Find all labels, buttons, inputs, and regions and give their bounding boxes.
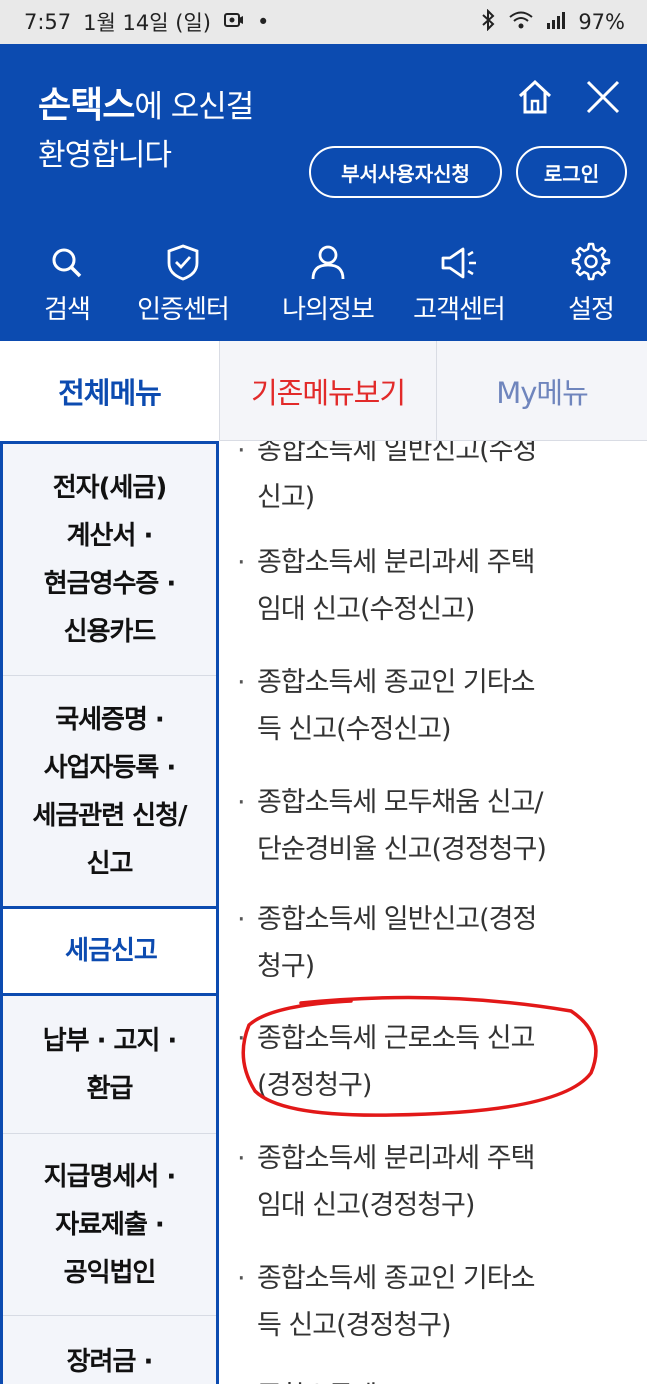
submenu-list: · 종합소득세 일반신고(수정 신고) · 종합소득세 분리과세 주택 임대 신… [219, 441, 647, 1384]
category-line: 전자(세금) [52, 472, 167, 503]
category-line: 국세증명 · [55, 704, 165, 735]
category-line: 현금영수증 · [43, 568, 177, 599]
home-icon[interactable] [512, 74, 558, 120]
user-icon [273, 239, 383, 281]
quick-cert-center[interactable]: 인증센터 [128, 239, 238, 326]
battery-level: 97% [578, 10, 625, 34]
submenu-item[interactable]: · 종합소득세 분리과세 주택 임대 신고(수정신고) [237, 539, 602, 633]
megaphone-icon [404, 239, 514, 281]
category-line: 신고 [86, 848, 134, 879]
submenu-item[interactable]: · 종합소득세 일반신고(수정 신고) [237, 441, 602, 521]
shield-check-icon [128, 239, 238, 281]
quick-label: 고객센터 [413, 295, 506, 325]
category-item[interactable]: 지급명세서 · 자료제출 · 공익법인 [3, 1134, 216, 1316]
category-item[interactable]: 장려금 · [3, 1316, 216, 1384]
dot-icon: • [256, 10, 270, 34]
category-item[interactable]: 국세증명 · 사업자등록 · 세금관련 신청/ 신고 [3, 676, 216, 908]
submenu-line: 종합소득세 종교인 기타소 [257, 1263, 535, 1294]
welcome-line-2: 환영합니다 [38, 138, 172, 173]
tab-legacy-menu[interactable]: 기존메뉴보기 [219, 341, 436, 441]
submenu-line: 종합소득세 종교인 기타소 [257, 667, 535, 698]
welcome-suffix: 에 오신걸 [134, 89, 254, 125]
status-bar: 7:57 1월 14일 (일) • 97% [0, 0, 647, 44]
category-line: 세금신고 [65, 936, 158, 966]
submenu-item[interactable]: · 종합소득세 분리과세 주택 임대 신고(경정청구) [237, 1135, 602, 1229]
brand-name: 손택스 [38, 85, 135, 126]
notification-icon [223, 10, 245, 35]
search-icon [12, 239, 122, 281]
submenu-item[interactable]: · 종합소득세 모두채움 신고/ 단순경비율 신고(경정청구) [237, 779, 602, 873]
submenu-line: 종합소득세 모두채움 신고/ [257, 787, 544, 818]
app-header: 손택스에 오신걸 환영합니다 부서사용자신청 로그인 검색 인증센터 나의정보 … [0, 44, 647, 341]
submenu-line: 임대 신고(경정청구) [257, 1190, 475, 1221]
category-line: 사업자등록 · [43, 752, 177, 783]
submenu-line: 득 신고(경정청구) [257, 1310, 452, 1341]
submenu-line: 종합소득세 ... [257, 1373, 602, 1384]
category-item[interactable]: 납부 · 고지 · 환급 [3, 996, 216, 1134]
quick-my-info[interactable]: 나의정보 [273, 239, 383, 326]
status-time: 7:57 [24, 10, 72, 34]
welcome-line-1: 손택스에 오신걸 [38, 76, 254, 128]
submenu-item-earned-income-correction[interactable]: · 종합소득세 근로소득 신고 (경정청구) [237, 1015, 602, 1109]
quick-settings[interactable]: 설정 [536, 239, 646, 326]
close-icon[interactable] [580, 74, 626, 120]
quick-search[interactable]: 검색 [12, 239, 122, 326]
tab-my-menu[interactable]: My메뉴 [436, 341, 647, 441]
submenu-line: 종합소득세 분리과세 주택 [257, 1143, 535, 1174]
submenu-line: 종합소득세 일반신고(수정 [257, 441, 537, 466]
quick-label: 설정 [568, 295, 615, 325]
gear-icon [536, 239, 646, 281]
submenu-item[interactable]: · 종합소득세 종교인 기타소 득 신고(경정청구) [237, 1255, 602, 1349]
submenu-line: (경정청구) [257, 1070, 372, 1101]
category-line: 자료제출 · [55, 1209, 165, 1240]
signal-icon [546, 10, 566, 35]
category-line: 공익법인 [63, 1257, 157, 1288]
login-button[interactable]: 로그인 [516, 146, 627, 198]
category-item-tax-filing[interactable]: 세금신고 [3, 906, 216, 996]
bluetooth-icon [480, 8, 496, 36]
category-line: 장려금 · [66, 1347, 154, 1377]
category-line: 지급명세서 · [43, 1161, 177, 1192]
category-line: 계산서 · [66, 520, 154, 551]
submenu-line: 신고) [257, 482, 315, 513]
submenu-line: 득 신고(수정신고) [257, 714, 452, 745]
status-date: 1월 14일 (일) [83, 11, 211, 35]
quick-customer-center[interactable]: 고객센터 [404, 239, 514, 326]
submenu-line: 청구) [257, 951, 315, 982]
submenu-item[interactable]: · 종합소득세 ... [237, 1373, 602, 1384]
quick-label: 검색 [44, 295, 91, 325]
submenu-line: 종합소득세 근로소득 신고 [257, 1023, 535, 1054]
category-line: 세금관련 신청/ [32, 800, 187, 831]
category-line: 환급 [86, 1073, 134, 1104]
category-item[interactable]: 전자(세금) 계산서 · 현금영수증 · 신용카드 [3, 444, 216, 676]
category-menu: 전자(세금) 계산서 · 현금영수증 · 신용카드 국세증명 · 사업자등록 ·… [0, 441, 219, 1384]
submenu-line: 종합소득세 분리과세 주택 [257, 547, 535, 578]
tab-all-menu[interactable]: 전체메뉴 [0, 341, 219, 441]
submenu-line: 임대 신고(수정신고) [257, 594, 475, 625]
category-line: 신용카드 [63, 616, 157, 647]
quick-label: 인증센터 [137, 295, 230, 325]
menu-tabs: 전체메뉴 기존메뉴보기 My메뉴 [0, 341, 647, 441]
submenu-line: 단순경비율 신고(경정청구) [257, 834, 547, 865]
submenu-item[interactable]: · 종합소득세 일반신고(경정 청구) [237, 896, 602, 990]
quick-label: 나의정보 [282, 295, 375, 325]
category-line: 납부 · 고지 · [42, 1025, 178, 1056]
dept-user-request-button[interactable]: 부서사용자신청 [309, 146, 502, 198]
submenu-item[interactable]: · 종합소득세 종교인 기타소 득 신고(수정신고) [237, 659, 602, 753]
submenu-line: 종합소득세 일반신고(경정 [257, 904, 537, 935]
wifi-icon [508, 10, 534, 35]
